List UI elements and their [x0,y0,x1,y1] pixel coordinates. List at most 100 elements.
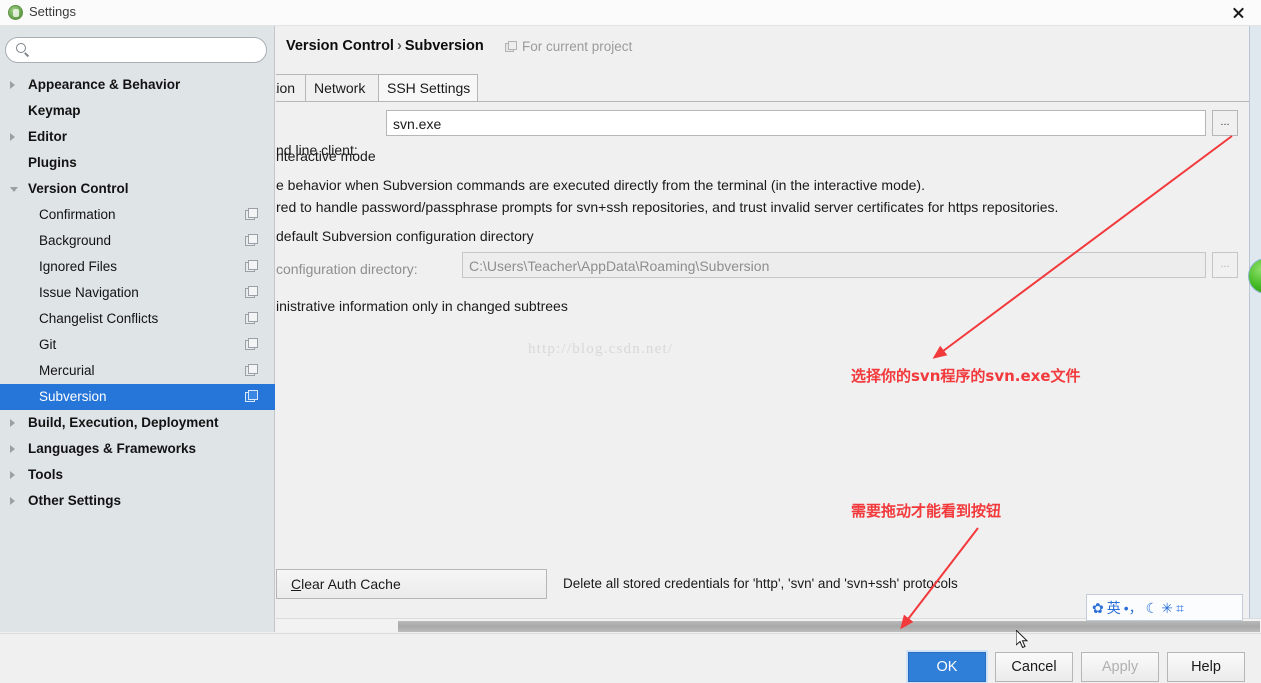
search-input[interactable] [5,37,267,63]
clear-auth-cache-button[interactable]: Clear Auth Cache [276,569,547,599]
content-header: Version Control › Subversion For current p… [276,26,1261,66]
sidebar-item-label: Editor [28,129,67,144]
sidebar-item-languages-frameworks[interactable]: Languages & Frameworks [0,436,275,462]
search-icon [16,43,26,53]
project-scope-icon [245,364,258,376]
breadcrumb-separator: › [396,38,402,54]
settings-tree: Appearance & Behavior Keymap Editor Plugins… [0,72,275,514]
dialog-button-bar: OK Cancel Apply Help [0,633,1261,683]
project-scope-icon [505,41,517,52]
annotation-select-svn-exe: 选择你的svn程序的svn.exe文件 [851,367,1081,385]
breadcrumb-parent: Version Control [286,38,394,54]
sidebar-item-label: Mercurial [39,363,95,378]
admin-info-label[interactable]: inistrative information only in changed … [276,298,568,314]
title-bar: Settings [0,0,1261,26]
sidebar-item-tools[interactable]: Tools [0,462,275,488]
moon-icon[interactable]: ☾ [1146,601,1159,615]
english-mode-icon[interactable]: 英 [1107,601,1121,615]
settings-sidebar: Appearance & Behavior Keymap Editor Plugins… [0,26,275,632]
sidebar-item-label: Background [39,233,112,248]
horizontal-scrollbar-thumb[interactable] [398,621,1260,632]
sidebar-item-background[interactable]: Background [0,228,275,254]
sidebar-item-label: Changelist Conflicts [39,311,159,326]
config-directory-browse-button[interactable]: ... [1212,252,1238,278]
project-scope-icon [245,208,258,220]
sidebar-item-label: Other Settings [28,493,122,508]
close-icon[interactable] [1217,0,1259,25]
sidebar-item-changelist-conflicts[interactable]: Changelist Conflicts [0,306,275,332]
sidebar-item-keymap[interactable]: Keymap [0,98,275,124]
project-scope-icon [245,338,258,350]
sidebar-item-plugins[interactable]: Plugins [0,150,275,176]
project-scope-icon [245,390,258,402]
sidebar-item-appearance-behavior[interactable]: Appearance & Behavior [0,72,275,98]
sidebar-item-label: Plugins [28,155,77,170]
config-directory-input[interactable]: C:\Users\Teacher\AppData\Roaming\Subvers… [462,252,1206,278]
sidebar-item-editor[interactable]: Editor [0,124,275,150]
sidebar-item-label: Appearance & Behavior [28,77,181,92]
tab-ntation[interactable]: ntation [276,74,306,101]
settings-content-panel: Version Control › Subversion For current p… [276,26,1261,632]
description-line-2: red to handle password/passphrase prompt… [276,199,1059,215]
sidebar-item-version-control[interactable]: Version Control [0,176,275,202]
breadcrumb: Version Control › Subversion [286,38,484,54]
sidebar-item-label: Languages & Frameworks [28,441,197,456]
ok-button[interactable]: OK [908,652,986,682]
sidebar-item-label: Tools [28,467,63,482]
sidebar-item-label: Keymap [28,103,81,118]
right-edge-strip [1249,26,1261,632]
sidebar-item-build-execution-deployment[interactable]: Build, Execution, Deployment [0,410,275,436]
sidebar-item-other-settings[interactable]: Other Settings [0,488,275,514]
chevron-down-icon[interactable] [10,187,18,192]
settings-tabs: ntationNetworkSSH Settings [276,74,1261,102]
chevron-right-icon[interactable] [10,133,15,141]
intellij-logo-icon [8,5,23,20]
sidebar-item-mercurial[interactable]: Mercurial [0,358,275,384]
sidebar-item-confirmation[interactable]: Confirmation [0,202,275,228]
sidebar-item-label: Subversion [39,389,107,404]
sidebar-item-label: Issue Navigation [39,285,139,300]
ime-toolbar: ✿ 英 •， ☾ ✳ ⌗ [1086,594,1243,621]
sidebar-item-label: Build, Execution, Deployment [28,415,219,430]
sidebar-item-ignored-files[interactable]: Ignored Files [0,254,275,280]
chevron-right-icon[interactable] [10,497,15,505]
sidebar-item-label: Ignored Files [39,259,118,274]
apps-grid-icon[interactable]: ⌗ [1176,601,1184,615]
sidebar-item-label: Confirmation [39,207,116,222]
clear-auth-label: lear Auth Cache [301,576,401,592]
user-icon[interactable]: ✳ [1161,601,1173,615]
project-scope-icon [245,286,258,298]
sidebar-item-label: Version Control [28,181,129,196]
punctuation-mode-icon[interactable]: •， [1124,601,1143,615]
help-button[interactable]: Help [1167,652,1245,682]
config-directory-label: configuration directory: [276,261,418,277]
sidebar-item-subversion[interactable]: Subversion [0,384,275,410]
chevron-right-icon[interactable] [10,419,15,427]
settings-dialog: Settings Appearance & Behavior Keymap Edit… [0,0,1261,683]
baidu-paw-logo-icon[interactable]: ✿ [1092,601,1104,615]
watermark-text: http://blog.csdn.net/ [528,341,674,357]
project-scope-icon [245,234,258,246]
tab-ssh-settings[interactable]: SSH Settings [378,74,478,101]
sidebar-item-issue-navigation[interactable]: Issue Navigation [0,280,275,306]
annotation-drag-to-see-button: 需要拖动才能看到按钮 [851,502,1002,520]
tabs-underline [276,101,1261,102]
sidebar-item-git[interactable]: Git [0,332,275,358]
clear-auth-mnemonic: C [291,576,302,592]
clear-auth-description: Delete all stored credentials for 'http'… [563,576,958,591]
scope-note: For current project [522,39,633,54]
tab-network[interactable]: Network [305,74,379,101]
chevron-right-icon[interactable] [10,81,15,89]
window-title: Settings [29,4,76,19]
chevron-right-icon[interactable] [10,471,15,479]
chevron-right-icon[interactable] [10,445,15,453]
cancel-button[interactable]: Cancel [995,652,1073,682]
cmdline-client-input[interactable]: svn.exe [386,110,1206,136]
breadcrumb-current: Subversion [404,38,484,54]
project-scope-icon [245,260,258,272]
cmdline-browse-button[interactable]: ... [1212,110,1238,136]
description-line-1: e behavior when Subversion commands are … [276,177,925,193]
use-default-config-label[interactable]: default Subversion configuration directo… [276,228,534,244]
apply-button: Apply [1081,652,1159,682]
interactive-mode-label[interactable]: nteractive mode [276,148,376,164]
